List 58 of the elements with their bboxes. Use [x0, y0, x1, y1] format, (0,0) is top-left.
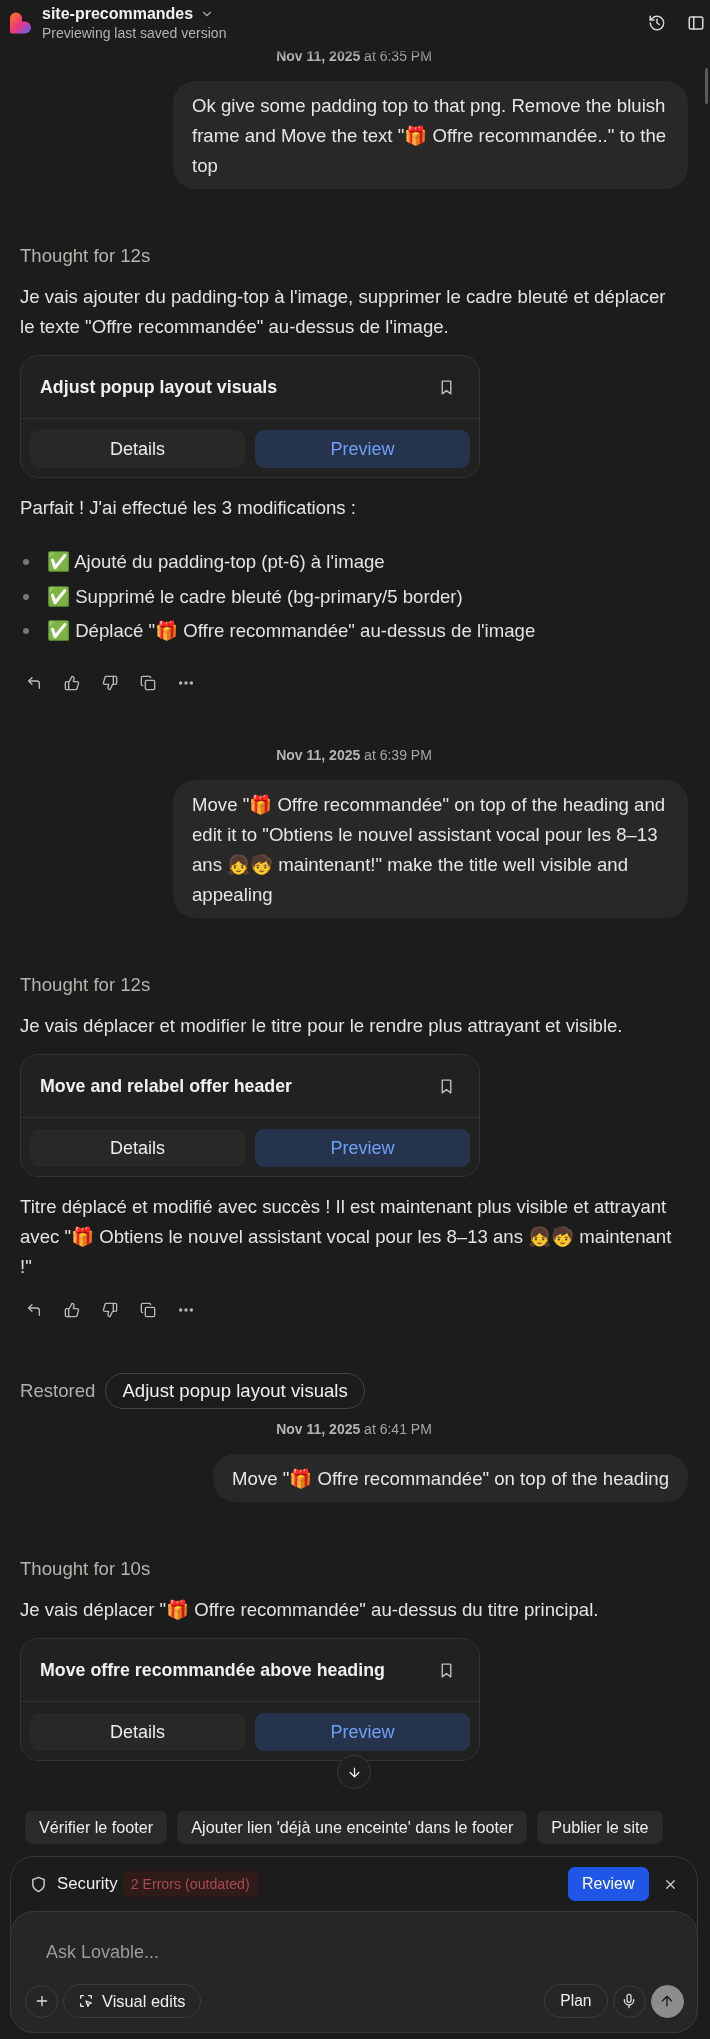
bullet-icon — [23, 559, 29, 565]
thumbs-down-icon[interactable] — [102, 1302, 118, 1318]
suggestion-chip[interactable]: Ajouter lien 'déjà une enceinte' dans le footer — [177, 1811, 528, 1844]
suggestion-chip[interactable]: Publier le site — [537, 1811, 663, 1844]
bullet-icon — [23, 628, 29, 634]
shield-icon — [30, 1875, 47, 1893]
user-message: Move "🎁 Offre recommandée" on top of the heading — [213, 1454, 688, 1502]
thought-duration: Thought for 12s — [20, 973, 152, 997]
assistant-message: Titre déplacé et modifié avec succès ! Il est maintenant plus visible et attrayant avec "🎁 Obtiens le nouvel assistant vocal pour les 8–13 ans 👧🧒 maintenant !" — [20, 1195, 673, 1279]
error-badge: 2 Errors (outdated) — [122, 1871, 258, 1897]
corner-arrow-icon[interactable] — [26, 1302, 42, 1318]
copy-icon[interactable] — [140, 1302, 156, 1318]
send-button[interactable] — [650, 1984, 684, 2018]
prompt-input[interactable]: Ask Lovable... — [25, 1939, 684, 1965]
details-button[interactable]: Details — [30, 1713, 245, 1751]
list-item: ✅ Supprimé le cadre bleuté (bg-primary/5 border) — [47, 584, 463, 609]
sidebar-icon[interactable] — [687, 14, 705, 32]
card-title: Adjust popup layout visuals — [40, 376, 279, 398]
project-title[interactable]: site-precommandes — [42, 4, 194, 24]
corner-arrow-icon[interactable] — [26, 675, 42, 691]
assistant-message: Je vais ajouter du padding-top à l'image, supprimer le cadre bleuté et déplacer le texte "Offre recommandée" au-dessus de l'image. — [20, 285, 667, 339]
thumbs-up-icon[interactable] — [64, 1302, 80, 1318]
thumbs-down-icon[interactable] — [102, 675, 118, 691]
thought-duration: Thought for 12s — [20, 244, 152, 268]
scrollbar-thumb[interactable] — [705, 68, 708, 104]
preview-status: Previewing last saved version — [42, 24, 227, 42]
timestamp: Nov 11, 2025 at 6:39 PM — [275, 746, 433, 765]
thumbs-up-icon[interactable] — [64, 675, 80, 691]
list-item: ✅ Ajouté du padding-top (pt-6) à l'image — [47, 550, 385, 574]
assistant-message: Parfait ! J'ai effectué les 3 modifications : — [20, 496, 357, 520]
user-message: Ok give some padding top to that png. Remove the bluish frame and Move the text "🎁 Offre recommandée.." to the top — [173, 81, 688, 189]
bullet-icon — [23, 593, 29, 600]
clock-icon[interactable] — [648, 14, 666, 32]
timestamp: Nov 11, 2025 at 6:41 PM — [275, 1420, 433, 1439]
microphone-icon — [621, 1993, 637, 2009]
scroll-down-button[interactable] — [337, 1755, 371, 1789]
user-message: Move "🎁 Offre recommandée" on top of the heading and edit it to "Obtiens le nouvel assistant vocal pour les 8–13 ans 👧🧒 maintenant!" make the title well visible and appealing — [173, 780, 688, 918]
preview-button[interactable]: Preview — [255, 430, 470, 468]
restored-label: Restored — [20, 1380, 96, 1402]
copy-icon[interactable] — [140, 675, 156, 691]
assistant-message: Je vais déplacer et modifier le titre pour le rendre plus attrayant et visible. — [20, 1014, 624, 1038]
thought-duration: Thought for 10s — [20, 1557, 152, 1581]
preview-button[interactable]: Preview — [255, 1713, 470, 1751]
details-button[interactable]: Details — [30, 1129, 245, 1167]
preview-button[interactable]: Preview — [255, 1129, 470, 1167]
card-title: Move offre recommandée above heading — [40, 1659, 386, 1681]
arrow-down-icon — [346, 1764, 362, 1780]
heart-logo-icon[interactable] — [10, 12, 31, 34]
timestamp: Nov 11, 2025 at 6:35 PM — [275, 47, 433, 66]
review-button[interactable]: Review — [568, 1867, 649, 1901]
suggestion-chip[interactable]: Vérifier le footer — [25, 1811, 168, 1844]
card-title: Move and relabel offer header — [40, 1075, 293, 1097]
arrow-up-icon — [659, 1993, 675, 2009]
list-item: ✅ Déplacé "🎁 Offre recommandée" au-dessus de l'image — [47, 619, 536, 643]
assistant-message: Je vais déplacer "🎁 Offre recommandée" au-dessus du titre principal. — [20, 1598, 600, 1622]
cursor-frame-icon — [78, 1993, 94, 2009]
security-label: Security — [57, 1874, 118, 1894]
details-button[interactable]: Details — [30, 430, 245, 468]
